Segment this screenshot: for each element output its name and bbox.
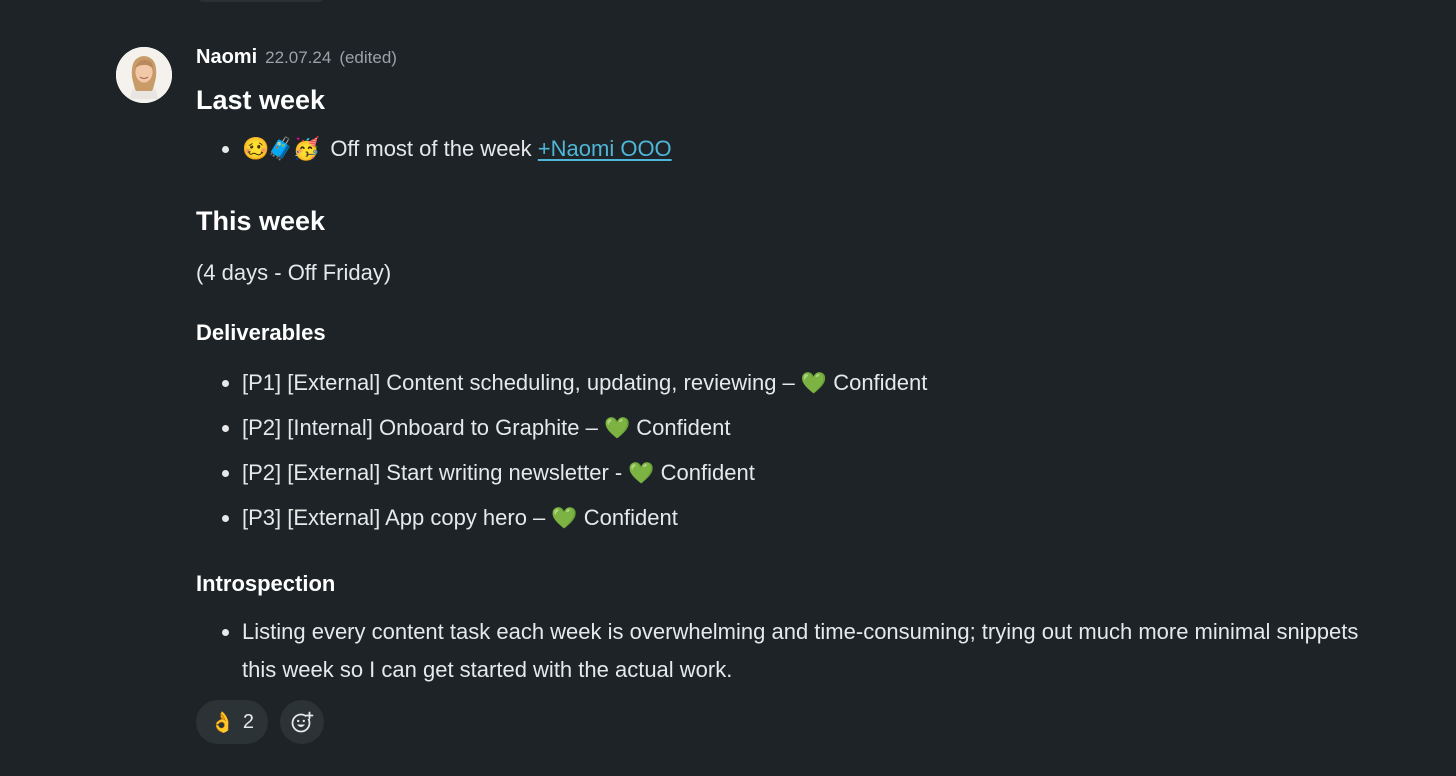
previous-message-reactions (196, 0, 326, 2)
deliverable-status: Confident (583, 504, 678, 530)
green-heart-icon: 💚 (551, 506, 578, 530)
list-item: [P1] [External] Content scheduling, upda… (242, 361, 1396, 406)
list-item-text: Off most of the week (330, 136, 532, 162)
reaction-ok-hand[interactable]: 👌 2 (196, 700, 269, 744)
add-emoji-icon (291, 711, 314, 733)
avatar[interactable] (116, 47, 172, 103)
heading-deliverables: Deliverables (196, 320, 326, 346)
this-week-note: (4 days - Off Friday) (196, 259, 392, 285)
message-date[interactable]: 22.07.24 (265, 48, 331, 68)
deliverable-text: [P1] [External] Content scheduling, upda… (242, 369, 795, 395)
green-heart-icon: 💚 (800, 371, 828, 395)
author-name[interactable]: Naomi (196, 46, 257, 69)
reaction-count: 2 (242, 710, 255, 733)
last-week-list: 🥴🧳🥳 Off most of the week +Naomi OOO (196, 127, 1396, 171)
reactions-bar: 👌 2 (196, 700, 325, 744)
introspection-text: Listing every content task each week is … (242, 618, 1359, 682)
green-heart-icon: 💚 (628, 461, 655, 485)
message-body: Naomi 22.07.24 (edited) Last week 🥴🧳🥳 Of… (196, 46, 1396, 689)
status-emojis: 🥴🧳🥳 (242, 136, 320, 162)
deliverable-text: [P2] [External] Start writing newsletter… (242, 459, 623, 485)
heading-introspection: Introspection (196, 570, 336, 596)
introspection-list: Listing every content task each week is … (196, 613, 1392, 689)
deliverable-status: Confident (660, 459, 755, 485)
list-item: Listing every content task each week is … (242, 613, 1392, 689)
list-item: [P2] [External] Start writing newsletter… (242, 451, 1396, 496)
person-avatar-icon (116, 47, 172, 103)
deliverables-list: [P1] [External] Content scheduling, upda… (196, 361, 1396, 541)
list-item: [P2] [Internal] Onboard to Graphite – 💚 … (242, 406, 1396, 451)
ooo-link[interactable]: +Naomi OOO (538, 136, 672, 161)
deliverable-status: Confident (636, 414, 731, 440)
ok-hand-emoji-icon: 👌 (210, 711, 235, 734)
deliverable-text: [P2] [Internal] Onboard to Graphite – (242, 414, 598, 440)
heading-this-week: This week (196, 206, 326, 237)
green-heart-icon: 💚 (604, 416, 631, 440)
edited-label: (edited) (339, 48, 397, 67)
message-header: Naomi 22.07.24 (edited) (196, 46, 1396, 76)
deliverable-status: Confident (833, 369, 928, 395)
add-reaction-button[interactable] (280, 700, 325, 744)
deliverable-text: [P3] [External] App copy hero – (242, 504, 546, 530)
heading-last-week: Last week (196, 85, 326, 115)
list-item: 🥴🧳🥳 Off most of the week +Naomi OOO (242, 127, 1396, 171)
list-item: [P3] [External] App copy hero – 💚 Confid… (242, 496, 1396, 541)
